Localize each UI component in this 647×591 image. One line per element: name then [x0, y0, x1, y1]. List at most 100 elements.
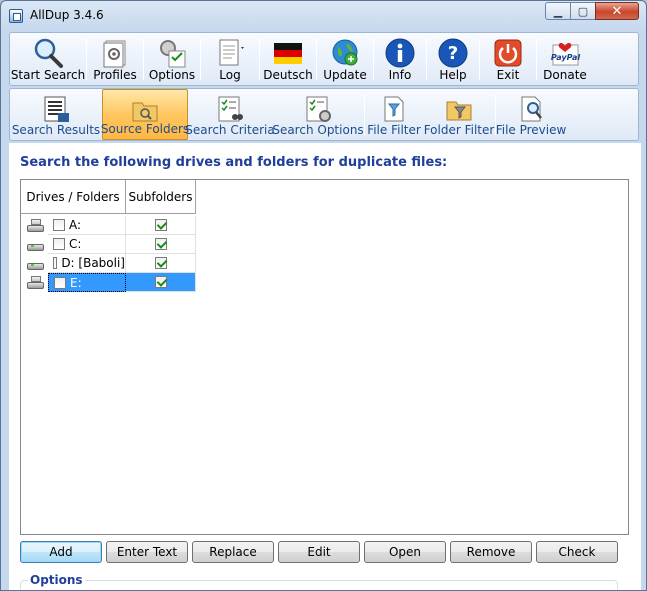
paypal-icon: PayPal: [551, 42, 580, 66]
file-preview-icon: [521, 96, 542, 122]
column-header-drives[interactable]: Drives / Folders: [21, 180, 126, 214]
info-label: Info: [388, 68, 412, 82]
search-options-label: Search Options: [272, 123, 364, 137]
subfolders-checkbox[interactable]: [154, 219, 167, 231]
drives-list[interactable]: Drives / Folders Subfolders A: C: D: [Ba…: [20, 179, 629, 535]
close-button[interactable]: ✕: [595, 2, 639, 20]
donate-button[interactable]: PayPal Donate: [537, 33, 593, 85]
tab-search-criteria[interactable]: Search Criteria: [185, 89, 275, 140]
options-icon: [160, 40, 186, 68]
tab-search-options[interactable]: Search Options: [272, 89, 364, 140]
options-group-label: Options: [28, 573, 85, 587]
drive-name-cell: D: [Baboli]: [48, 254, 126, 273]
info-icon: [385, 38, 415, 68]
subfolders-checkbox[interactable]: [154, 276, 167, 288]
german-flag-icon: [274, 43, 302, 64]
drive-name: A:: [69, 218, 82, 232]
drive-name-cell: A:: [48, 216, 126, 235]
source-folders-icon: [132, 102, 158, 122]
column-header-subfolders[interactable]: Subfolders: [126, 180, 196, 214]
source-folders-panel: Search the following drives and folders …: [9, 143, 641, 590]
replace-button[interactable]: Replace: [192, 541, 274, 563]
list-item[interactable]: A:: [21, 216, 197, 235]
log-label: Log: [219, 68, 241, 82]
minimize-button[interactable]: ▁: [545, 2, 571, 20]
file-preview-label: File Preview: [495, 123, 567, 137]
subfolders-cell: [126, 273, 196, 292]
update-button[interactable]: Update: [317, 33, 373, 85]
search-results-label: Search Results: [11, 123, 101, 137]
open-button[interactable]: Open: [364, 541, 446, 563]
options-group: Options: [20, 573, 618, 590]
folder-filter-label: Folder Filter: [423, 123, 495, 137]
tab-file-filter[interactable]: File Filter: [365, 89, 423, 140]
panel-heading: Search the following drives and folders …: [20, 155, 448, 170]
floppy-drive-icon: [27, 218, 45, 233]
start-search-label: Start Search: [10, 68, 86, 82]
tab-file-preview[interactable]: File Preview: [496, 89, 566, 140]
drive-name-cell: E:: [48, 273, 126, 292]
search-criteria-label: Search Criteria: [185, 123, 275, 137]
profiles-button[interactable]: Profiles: [87, 33, 143, 85]
log-icon: [219, 39, 244, 66]
tab-search-results[interactable]: Search Results: [10, 89, 102, 140]
svg-text:?: ?: [448, 43, 458, 64]
file-filter-icon: [384, 96, 404, 122]
search-results-icon: [44, 96, 69, 122]
drive-checkbox[interactable]: [54, 276, 66, 289]
search-criteria-icon: [218, 96, 243, 122]
drive-name: C:: [69, 237, 82, 251]
exit-label: Exit: [496, 68, 520, 82]
profiles-label: Profiles: [93, 68, 137, 82]
remove-button[interactable]: Remove: [450, 541, 532, 563]
edit-button[interactable]: Edit: [278, 541, 360, 563]
drive-name: E:: [70, 275, 82, 290]
language-button[interactable]: Deutsch: [260, 33, 316, 85]
subfolders-checkbox[interactable]: [154, 238, 167, 250]
list-item[interactable]: D: [Baboli]: [21, 254, 197, 273]
action-buttons: Add Enter Text Replace Edit Open Remove …: [20, 541, 622, 563]
hard-drive-icon: [27, 257, 45, 271]
tab-source-folders[interactable]: Source Folders: [101, 89, 189, 140]
file-filter-label: File Filter: [367, 123, 421, 137]
drive-checkbox[interactable]: [53, 219, 65, 231]
update-label: Update: [323, 68, 367, 82]
window-title: AllDup 3.4.6: [30, 8, 104, 22]
drive-checkbox[interactable]: [53, 257, 58, 269]
subfolders-cell: [126, 254, 196, 273]
log-button[interactable]: Log: [201, 33, 259, 85]
title-bar[interactable]: AllDup 3.4.6 ▁ ▢ ✕: [1, 1, 646, 31]
magnifier-icon: [34, 38, 63, 68]
subfolders-cell: [126, 235, 196, 254]
tab-folder-filter[interactable]: Folder Filter: [423, 89, 495, 140]
start-search-button[interactable]: Start Search: [10, 33, 86, 85]
search-options-icon: [306, 96, 331, 122]
options-label: Options: [148, 68, 196, 82]
folder-filter-icon: [446, 101, 472, 121]
list-item-selected[interactable]: E:: [21, 273, 197, 292]
drive-name: D: [Baboli]: [61, 256, 125, 270]
help-button[interactable]: ? Help: [427, 33, 479, 85]
list-item[interactable]: C:: [21, 235, 197, 254]
power-icon: [494, 39, 522, 67]
help-icon: ?: [438, 38, 468, 68]
options-button[interactable]: Options: [144, 33, 200, 85]
language-label: Deutsch: [263, 68, 313, 82]
add-button[interactable]: Add: [20, 541, 102, 563]
subfolders-checkbox[interactable]: [154, 257, 167, 269]
exit-button[interactable]: Exit: [480, 33, 536, 85]
info-button[interactable]: Info: [374, 33, 426, 85]
app-window: AllDup 3.4.6 ▁ ▢ ✕ Start Search Profiles: [0, 0, 647, 591]
drive-name-cell: C:: [48, 235, 126, 254]
help-label: Help: [439, 68, 467, 82]
maximize-button[interactable]: ▢: [570, 2, 596, 20]
drive-checkbox[interactable]: [53, 238, 65, 250]
list-header: Drives / Folders Subfolders: [21, 180, 196, 214]
hard-drive-icon: [27, 238, 45, 252]
enter-text-button[interactable]: Enter Text: [106, 541, 188, 563]
update-globe-icon: [332, 39, 358, 66]
check-button[interactable]: Check: [536, 541, 618, 563]
view-toolbar: Search Results Source Folders Search Cri…: [9, 88, 639, 141]
subfolders-cell: [126, 216, 196, 235]
donate-label: Donate: [543, 68, 587, 82]
